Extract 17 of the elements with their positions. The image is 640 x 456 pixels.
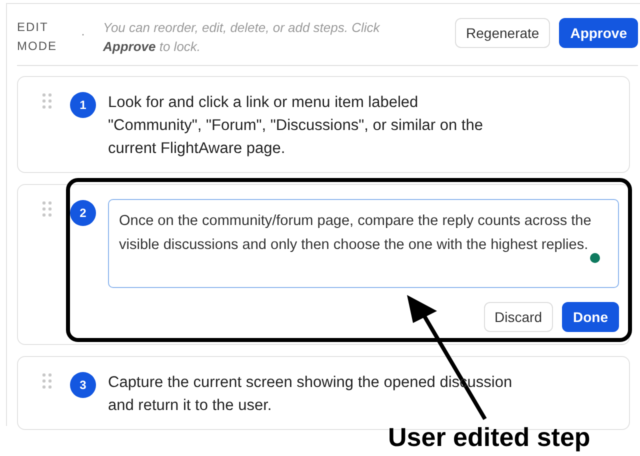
mode-label: EDIT MODE [17,19,58,55]
regenerate-button[interactable]: Regenerate [455,18,550,48]
step-number: 2 [70,200,96,226]
drag-handle-icon[interactable] [42,201,52,217]
done-button[interactable]: Done [562,302,619,332]
annotation-label: User edited step [388,422,590,453]
separator: · [81,27,86,41]
drag-handle-icon[interactable] [42,93,52,109]
hint-text: You can reorder, edit, delete, or add steps. Click Approve to lock. [103,19,381,56]
approve-button[interactable]: Approve [559,18,638,48]
step-number: 3 [70,372,96,398]
drag-handle-icon[interactable] [42,373,52,389]
step-text-input[interactable]: Once on the community/forum page, compare the reply counts across the visible discussions and only then choose the one with the highest replies. [108,199,619,288]
step-text: Look for and click a link or menu item labeled "Community", "Forum", "Discussions", or similar on the current FlightAware page. [108,93,484,159]
status-dot-icon [590,253,600,263]
discard-button[interactable]: Discard [484,302,553,332]
step-number: 1 [70,92,96,118]
